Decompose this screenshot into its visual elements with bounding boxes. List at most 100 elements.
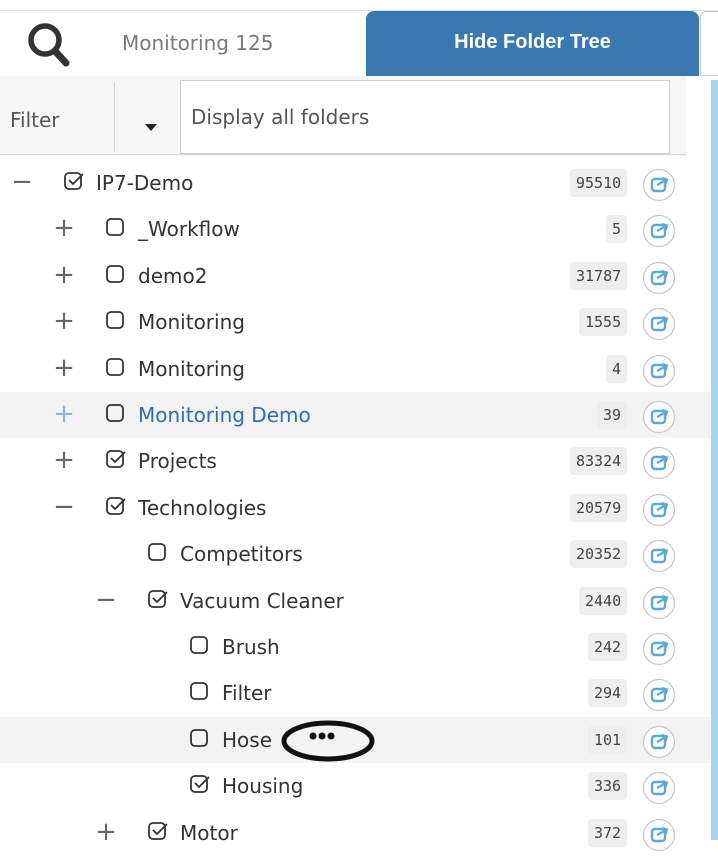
tree-row[interactable]: Brush 242 <box>0 624 711 670</box>
collapse-toggle[interactable]: − <box>53 494 75 520</box>
folder-label[interactable]: Motor <box>180 821 238 845</box>
expand-toggle[interactable]: + <box>53 308 75 334</box>
expand-toggle[interactable]: + <box>95 819 117 845</box>
folder-checkbox[interactable] <box>189 728 211 750</box>
folder-label[interactable]: Hose <box>222 728 272 752</box>
expand-toggle[interactable]: + <box>53 215 75 241</box>
tree-row[interactable]: + Monitoring 4 <box>0 346 711 392</box>
folder-label[interactable]: Technologies <box>138 496 266 520</box>
share-button[interactable] <box>642 632 676 666</box>
folder-label[interactable]: Competitors <box>180 542 303 566</box>
folder-label[interactable]: Brush <box>222 635 280 659</box>
folder-label[interactable]: Monitoring <box>138 357 245 381</box>
scrollbar-track[interactable] <box>711 80 718 840</box>
folder-label[interactable]: Filter <box>222 681 272 705</box>
folder-label[interactable]: Monitoring <box>138 310 245 334</box>
tree-row[interactable]: + demo2 31787 <box>0 253 711 299</box>
share-icon <box>642 215 676 248</box>
folder-label[interactable]: Vacuum Cleaner <box>180 589 344 613</box>
tree-row[interactable]: + Monitoring Demo 39 <box>0 392 711 438</box>
collapse-toggle[interactable]: − <box>95 587 117 613</box>
folder-checkbox[interactable] <box>105 310 127 332</box>
folder-label[interactable]: demo2 <box>138 264 207 288</box>
tree-row[interactable]: Housing 336 <box>0 763 711 809</box>
checkbox-icon <box>190 636 208 654</box>
folder-checkbox[interactable] <box>105 357 127 379</box>
checkbox-icon <box>64 172 84 190</box>
search-title: Monitoring 125 <box>122 31 274 55</box>
checkbox-icon <box>190 728 208 747</box>
checkbox-icon <box>106 218 124 237</box>
share-icon <box>642 632 676 666</box>
tree-row[interactable]: + _Workflow 5 <box>0 206 711 252</box>
tree-row[interactable]: − Vacuum Cleaner 2440 <box>0 578 711 624</box>
folder-checkbox[interactable] <box>105 403 127 425</box>
collapse-toggle[interactable]: − <box>11 169 33 195</box>
filter-bar-divider <box>0 154 686 155</box>
tree-row[interactable]: + Monitoring 1555 <box>0 299 711 345</box>
tree-row[interactable]: − IP7-Demo 95510 <box>0 160 711 206</box>
folder-checkbox[interactable] <box>63 171 85 193</box>
tree-row[interactable]: − Technologies 20579 <box>0 485 711 531</box>
hide-folder-tree-button[interactable]: Hide Folder Tree <box>366 11 699 76</box>
expand-toggle[interactable]: + <box>53 447 75 473</box>
tree-row[interactable]: + Motor 372 <box>0 810 711 856</box>
folder-checkbox[interactable] <box>105 217 127 239</box>
expand-toggle[interactable]: + <box>53 401 75 427</box>
folder-label[interactable]: _Workflow <box>138 217 240 241</box>
folder-checkbox[interactable] <box>147 821 169 843</box>
share-button[interactable] <box>642 586 676 620</box>
checkbox-icon <box>106 496 126 515</box>
search-button[interactable] <box>20 16 84 74</box>
folder-filter-input[interactable] <box>180 80 670 154</box>
share-button[interactable] <box>642 168 676 202</box>
folder-checkbox[interactable] <box>105 449 127 471</box>
tree-row[interactable]: + Projects 83324 <box>0 438 711 484</box>
folder-checkbox[interactable] <box>189 635 211 657</box>
share-button[interactable] <box>642 539 676 573</box>
folder-count-badge: 101 <box>588 725 628 754</box>
folder-checkbox[interactable] <box>105 264 127 286</box>
tree-row[interactable]: Competitors 20352 <box>0 531 711 577</box>
share-button[interactable] <box>642 493 676 527</box>
more-options-icon <box>281 720 375 762</box>
folder-checkbox[interactable] <box>147 542 169 564</box>
share-button[interactable] <box>642 818 676 852</box>
filter-separator <box>114 82 115 152</box>
expand-toggle[interactable]: + <box>53 355 75 381</box>
share-icon <box>642 540 676 573</box>
folder-label[interactable]: Monitoring Demo <box>138 403 311 427</box>
checkbox-icon <box>148 589 168 608</box>
expand-toggle[interactable]: + <box>53 262 75 288</box>
share-button[interactable] <box>642 354 676 388</box>
folder-checkbox[interactable] <box>147 589 169 611</box>
folder-checkbox[interactable] <box>105 496 127 518</box>
share-button[interactable] <box>642 678 676 712</box>
folder-label[interactable]: Projects <box>138 449 217 473</box>
folder-count-badge: 2440 <box>579 586 628 615</box>
folder-checkbox[interactable] <box>189 681 211 703</box>
folder-label[interactable]: IP7-Demo <box>96 171 193 195</box>
filter-dropdown-button[interactable] <box>118 84 178 152</box>
share-icon <box>642 772 676 805</box>
share-button[interactable] <box>642 446 676 480</box>
tree-row[interactable]: Filter 294 <box>0 670 711 716</box>
share-button[interactable] <box>642 725 676 759</box>
share-icon <box>642 261 676 294</box>
folder-count-badge: 5 <box>606 215 628 244</box>
share-button[interactable] <box>642 261 676 295</box>
filter-label: Filter <box>10 108 60 132</box>
checkbox-icon <box>190 775 210 794</box>
share-button[interactable] <box>642 307 676 341</box>
more-options-button[interactable] <box>281 717 377 763</box>
folder-checkbox[interactable] <box>189 774 211 796</box>
share-icon <box>642 168 676 202</box>
share-button[interactable] <box>642 771 676 805</box>
right-panel-tab[interactable] <box>700 11 718 76</box>
share-icon <box>642 308 676 341</box>
share-button[interactable] <box>642 214 676 248</box>
share-button[interactable] <box>642 400 676 434</box>
checkbox-icon <box>148 821 168 840</box>
folder-label[interactable]: Housing <box>222 774 303 798</box>
share-icon <box>642 447 676 480</box>
